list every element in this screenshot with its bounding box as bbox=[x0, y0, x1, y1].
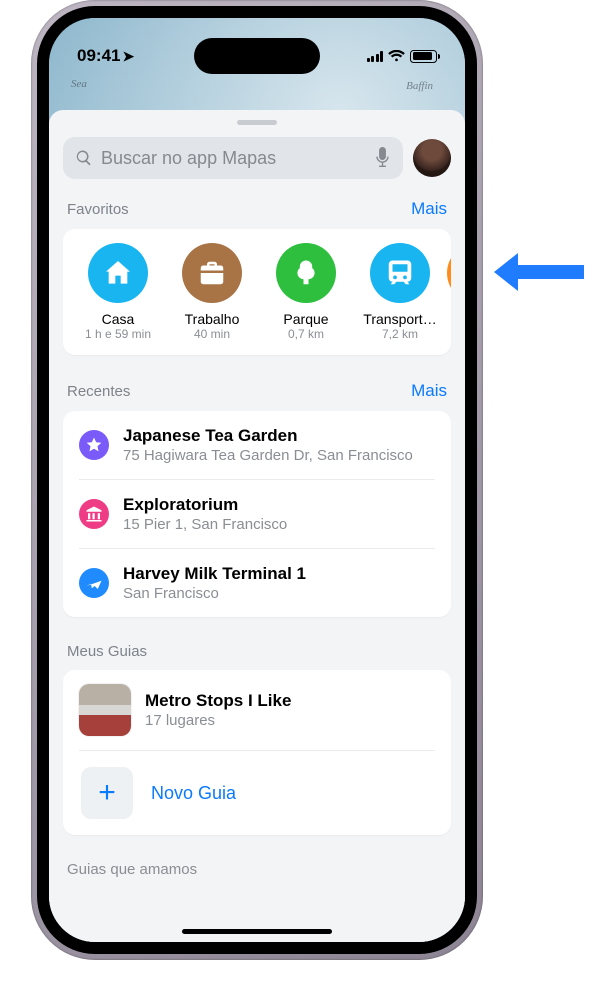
pin-icon bbox=[447, 243, 451, 303]
favorite-sub: 40 min bbox=[167, 327, 257, 341]
recent-row[interactable]: Harvey Milk Terminal 1 San Francisco bbox=[79, 549, 435, 617]
map-label-baffin: Baffin bbox=[406, 80, 433, 92]
iphone-frame: Sea Baffin 09:41 ➤ bbox=[31, 0, 483, 960]
transit-icon bbox=[370, 243, 430, 303]
recent-title: Harvey Milk Terminal 1 bbox=[123, 563, 306, 584]
home-indicator[interactable] bbox=[182, 929, 332, 934]
recent-subtitle: San Francisco bbox=[123, 585, 306, 604]
dynamic-island bbox=[194, 38, 320, 74]
map-label-sea: Sea bbox=[71, 78, 87, 90]
guide-row[interactable]: Metro Stops I Like 17 lugares bbox=[79, 670, 435, 751]
recent-subtitle: 15 Pier 1, San Francisco bbox=[123, 516, 287, 535]
tree-icon bbox=[276, 243, 336, 303]
account-avatar[interactable] bbox=[413, 139, 451, 177]
favorite-label: Trabalho bbox=[167, 311, 257, 327]
recent-row[interactable]: Japanese Tea Garden 75 Hagiwara Tea Gard… bbox=[79, 411, 435, 480]
recents-title: Recentes bbox=[67, 383, 130, 400]
guide-thumbnail bbox=[79, 684, 131, 736]
favorites-scroller[interactable]: Casa 1 h e 59 min Trabalho 40 min bbox=[63, 229, 451, 355]
recent-title: Exploratorium bbox=[123, 494, 287, 515]
recents-more-link[interactable]: Mais bbox=[411, 381, 447, 401]
new-guide-button[interactable]: + Novo Guia bbox=[79, 751, 435, 835]
new-guide-label: Novo Guia bbox=[151, 783, 236, 804]
annotation-arrow-icon bbox=[490, 247, 584, 297]
home-icon bbox=[88, 243, 148, 303]
favorite-label: Cha bbox=[449, 311, 451, 327]
cellular-icon bbox=[367, 50, 384, 62]
sheet-grabber[interactable] bbox=[237, 120, 277, 125]
favorite-sub: 3, bbox=[449, 327, 451, 341]
guides-we-love-title: Guias que amamos bbox=[63, 855, 451, 878]
museum-icon bbox=[79, 499, 109, 529]
favorite-partial[interactable]: Cha 3, bbox=[447, 243, 451, 341]
search-field[interactable]: Buscar no app Mapas bbox=[63, 137, 403, 179]
plus-icon: + bbox=[81, 767, 133, 819]
guide-title: Metro Stops I Like bbox=[145, 690, 291, 711]
search-placeholder: Buscar no app Mapas bbox=[101, 148, 366, 169]
wifi-icon bbox=[388, 50, 405, 62]
search-sheet[interactable]: Buscar no app Mapas Favoritos Mais bbox=[49, 110, 465, 942]
favorite-sub: 7,2 km bbox=[355, 327, 445, 341]
battery-icon bbox=[410, 50, 437, 63]
star-icon bbox=[79, 430, 109, 460]
favorite-label: Transport… bbox=[355, 311, 445, 327]
search-icon bbox=[75, 149, 93, 167]
favorite-transit[interactable]: Transport… 7,2 km bbox=[353, 243, 447, 341]
favorite-work[interactable]: Trabalho 40 min bbox=[165, 243, 259, 341]
my-guides-title: Meus Guias bbox=[67, 643, 147, 660]
favorite-label: Casa bbox=[73, 311, 163, 327]
favorite-label: Parque bbox=[261, 311, 351, 327]
status-time: 09:41 bbox=[77, 46, 120, 66]
briefcase-icon bbox=[182, 243, 242, 303]
favorite-sub: 0,7 km bbox=[261, 327, 351, 341]
recent-title: Japanese Tea Garden bbox=[123, 425, 413, 446]
favorite-home[interactable]: Casa 1 h e 59 min bbox=[71, 243, 165, 341]
plane-icon bbox=[79, 568, 109, 598]
favorite-park[interactable]: Parque 0,7 km bbox=[259, 243, 353, 341]
microphone-icon[interactable] bbox=[374, 147, 391, 169]
favorites-more-link[interactable]: Mais bbox=[411, 199, 447, 219]
screen: Sea Baffin 09:41 ➤ bbox=[49, 18, 465, 942]
recent-subtitle: 75 Hagiwara Tea Garden Dr, San Francisco bbox=[123, 447, 413, 466]
recent-row[interactable]: Exploratorium 15 Pier 1, San Francisco bbox=[79, 480, 435, 549]
location-indicator-icon: ➤ bbox=[122, 48, 134, 65]
favorites-title: Favoritos bbox=[67, 201, 129, 218]
favorite-sub: 1 h e 59 min bbox=[73, 327, 163, 341]
guide-subtitle: 17 lugares bbox=[145, 712, 291, 731]
